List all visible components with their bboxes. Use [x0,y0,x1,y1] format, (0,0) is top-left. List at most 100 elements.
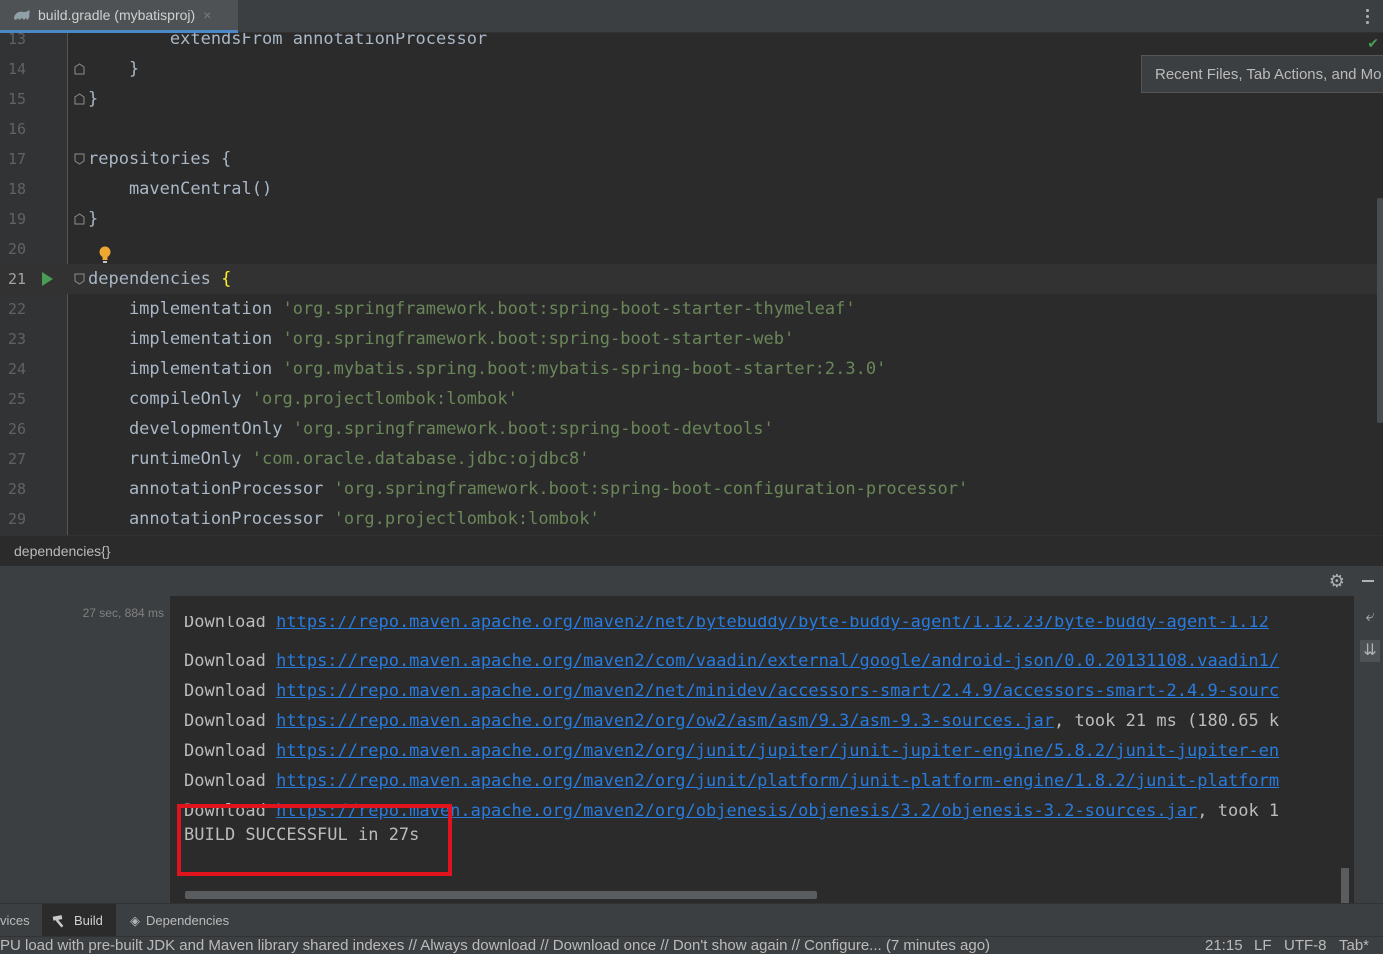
status-message[interactable]: PU load with pre-built JDK and Maven lib… [0,937,990,954]
download-link[interactable]: https://repo.maven.apache.org/maven2/org… [276,771,1279,791]
status-bar: PU load with pre-built JDK and Maven lib… [0,936,1383,954]
highlight-box [177,804,452,876]
breadcrumb[interactable]: dependencies{} [14,543,111,559]
console-vertical-scrollbar[interactable] [1341,868,1349,903]
line-number: 25 [8,390,27,408]
console-line: Download https://repo.maven.apache.org/m… [184,616,1269,632]
download-link[interactable]: https://repo.maven.apache.org/maven2/net… [276,681,1279,701]
download-link[interactable]: https://repo.maven.apache.org/maven2/net… [276,616,1269,632]
caret-position[interactable]: 21:15 [1205,937,1243,954]
code-text: repositories { [88,149,232,169]
check-icon[interactable]: ✔ [1367,35,1379,52]
line-number: 27 [8,450,27,468]
code-line-current: 21 dependencies { [0,264,1383,294]
code-text: developmentOnly 'org.springframework.boo… [88,419,774,439]
download-link[interactable]: https://repo.maven.apache.org/maven2/com… [276,651,1279,671]
code-line: 25 compileOnly 'org.projectlombok:lombok… [0,384,1383,414]
console-line: Download https://repo.maven.apache.org/m… [184,651,1280,671]
dependencies-icon: ◈ [130,912,140,928]
fold-end-icon[interactable] [74,93,85,105]
code-line: 19 } [0,204,1383,234]
tab-label: build.gradle (mybatisproj) [38,7,196,23]
minimize-icon[interactable] [1362,580,1375,582]
fold-end-icon[interactable] [74,213,85,225]
code-line: 13 extendsFrom annotationProcessor [0,33,1383,54]
gradle-icon [12,8,32,22]
code-line: 16 [0,114,1383,144]
console-line: Download https://repo.maven.apache.org/m… [184,681,1280,701]
line-number: 14 [8,60,27,78]
line-number: 24 [8,360,27,378]
matched-brace: { [221,269,232,289]
editor-tab-bar: build.gradle (mybatisproj) × [0,0,1383,33]
line-number: 18 [8,180,27,198]
build-duration: 27 sec, 884 ms [82,606,164,620]
code-text: } [88,209,99,229]
fold-start-icon[interactable] [74,273,85,285]
code-text: dependencies { [88,269,232,289]
line-number: 28 [8,480,27,498]
download-link[interactable]: https://repo.maven.apache.org/maven2/org… [276,741,1279,761]
code-line: 24 implementation 'org.mybatis.spring.bo… [0,354,1383,384]
close-icon[interactable]: × [203,7,211,23]
code-line: 22 implementation 'org.springframework.b… [0,294,1383,324]
code-line: 27 runtimeOnly 'com.oracle.database.jdbc… [0,444,1383,474]
hammer-icon [52,914,68,928]
gear-icon[interactable]: ⚙ [1329,571,1345,592]
console-horizontal-scrollbar[interactable] [185,891,817,899]
line-number: 20 [8,240,27,258]
code-text: mavenCentral() [88,179,273,199]
code-text: annotationProcessor 'org.projectlombok:l… [88,509,600,529]
code-line: 18 mavenCentral() [0,174,1383,204]
code-text: annotationProcessor 'org.springframework… [88,479,969,499]
editor-scrollbar[interactable] [1377,198,1383,423]
recent-files-tooltip: Recent Files, Tab Actions, and Mo [1141,55,1383,93]
code-text: runtimeOnly 'com.oracle.database.jdbc:oj… [88,449,590,469]
line-separator[interactable]: LF [1254,937,1272,954]
code-text: } [88,89,99,109]
lightbulb-icon[interactable] [98,246,112,264]
code-editor[interactable]: 13 extendsFrom annotationProcessor 14 } … [0,33,1383,535]
line-number: 21 [8,270,27,288]
line-number: 29 [8,510,27,528]
code-line: 29 annotationProcessor 'org.projectlombo… [0,504,1383,534]
more-options-icon[interactable] [1357,4,1377,28]
line-number: 17 [8,150,27,168]
console-line: Download https://repo.maven.apache.org/m… [184,711,1280,731]
line-number: 16 [8,120,27,138]
tab-dependencies[interactable]: ◈ Dependencies [130,904,250,937]
code-line: 23 implementation 'org.springframework.b… [0,324,1383,354]
code-text: compileOnly 'org.projectlombok:lombok' [88,389,518,409]
file-encoding[interactable]: UTF-8 [1284,937,1327,954]
code-line: 28 annotationProcessor 'org.springframew… [0,474,1383,504]
indent-setting[interactable]: Tab* [1339,937,1369,954]
tab-label: Dependencies [146,913,230,928]
line-number: 15 [8,90,27,108]
console-line: Download https://repo.maven.apache.org/m… [184,771,1280,791]
tool-window-bar: vices Build ◈ Dependencies [0,903,1383,937]
line-number: 26 [8,420,27,438]
line-number: 19 [8,210,27,228]
build-panel-toolbar: ⚙ [1320,566,1383,596]
code-text: } [88,59,140,79]
code-line: 26 developmentOnly 'org.springframework.… [0,414,1383,444]
console-line: Download https://repo.maven.apache.org/m… [184,741,1280,761]
code-text: extendsFrom annotationProcessor [88,33,488,49]
code-text: implementation 'org.springframework.boot… [88,299,856,319]
line-number: 23 [8,330,27,348]
tab-build-gradle[interactable]: build.gradle (mybatisproj) × [0,0,238,33]
soft-wrap-icon[interactable]: ⤶ [1360,608,1380,630]
tab-services[interactable]: vices [0,904,40,937]
fold-end-icon[interactable] [74,63,85,75]
tab-label: Build [74,913,103,928]
fold-start-icon[interactable] [74,153,85,165]
tab-build[interactable]: Build [42,904,116,937]
code-text: implementation 'org.mybatis.spring.boot:… [88,359,887,379]
run-gutter-icon[interactable] [42,272,53,286]
code-line: 17 repositories { [0,144,1383,174]
download-link[interactable]: https://repo.maven.apache.org/maven2/org… [276,711,1054,731]
scroll-to-end-icon[interactable]: ⇊ [1360,640,1380,662]
line-number: 13 [8,33,27,48]
code-line: 20 [0,234,1383,264]
build-tree: 27 sec, 884 ms [0,566,170,903]
